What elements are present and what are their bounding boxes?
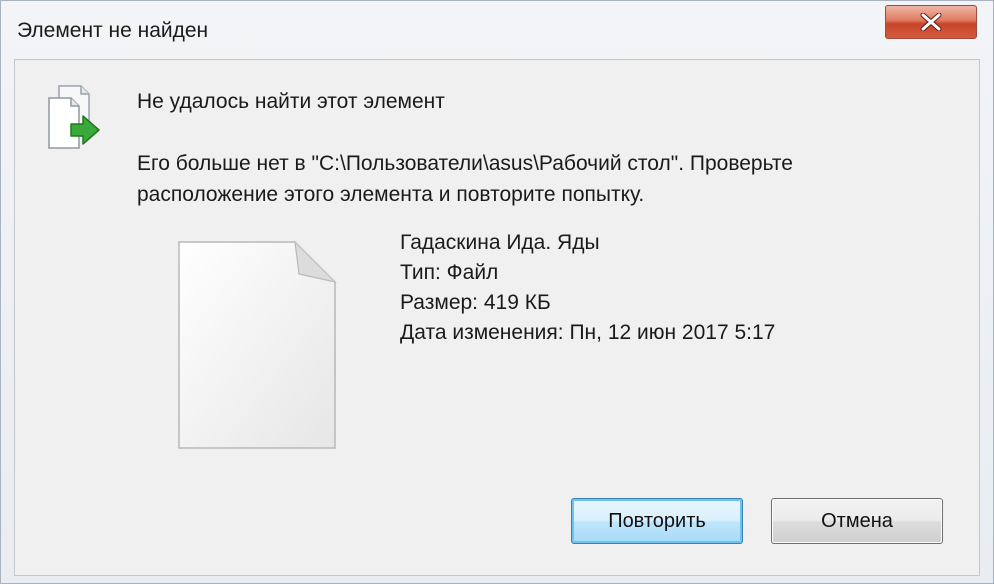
error-message: Его больше нет в "C:\Пользователи\asus\Р… <box>137 152 793 206</box>
title-bar[interactable]: Элемент не найден <box>1 1 993 59</box>
retry-button[interactable]: Повторить <box>571 498 743 544</box>
dialog-content: Не удалось найти этот элемент Его больше… <box>14 59 980 576</box>
file-copy-arrow-icon <box>48 85 100 149</box>
error-heading: Не удалось найти этот элемент <box>137 90 445 113</box>
close-button[interactable] <box>885 5 977 39</box>
cancel-button[interactable]: Отмена <box>771 498 943 544</box>
file-name: Гадаскина Ида. Яды <box>400 231 600 254</box>
dialog-window: Элемент не найден Не удалось найти этот … <box>0 0 994 584</box>
file-modified: Дата изменения: Пн, 12 июн 2017 5:17 <box>400 321 776 344</box>
file-size: Размер: 419 КБ <box>400 291 551 314</box>
window-title: Элемент не найден <box>17 19 209 42</box>
file-type: Тип: Файл <box>400 261 499 284</box>
file-details: Гадаскина Ида. Яды Тип: Файл Размер: 419… <box>400 228 775 348</box>
blank-file-icon <box>178 240 337 449</box>
close-icon <box>920 13 942 31</box>
